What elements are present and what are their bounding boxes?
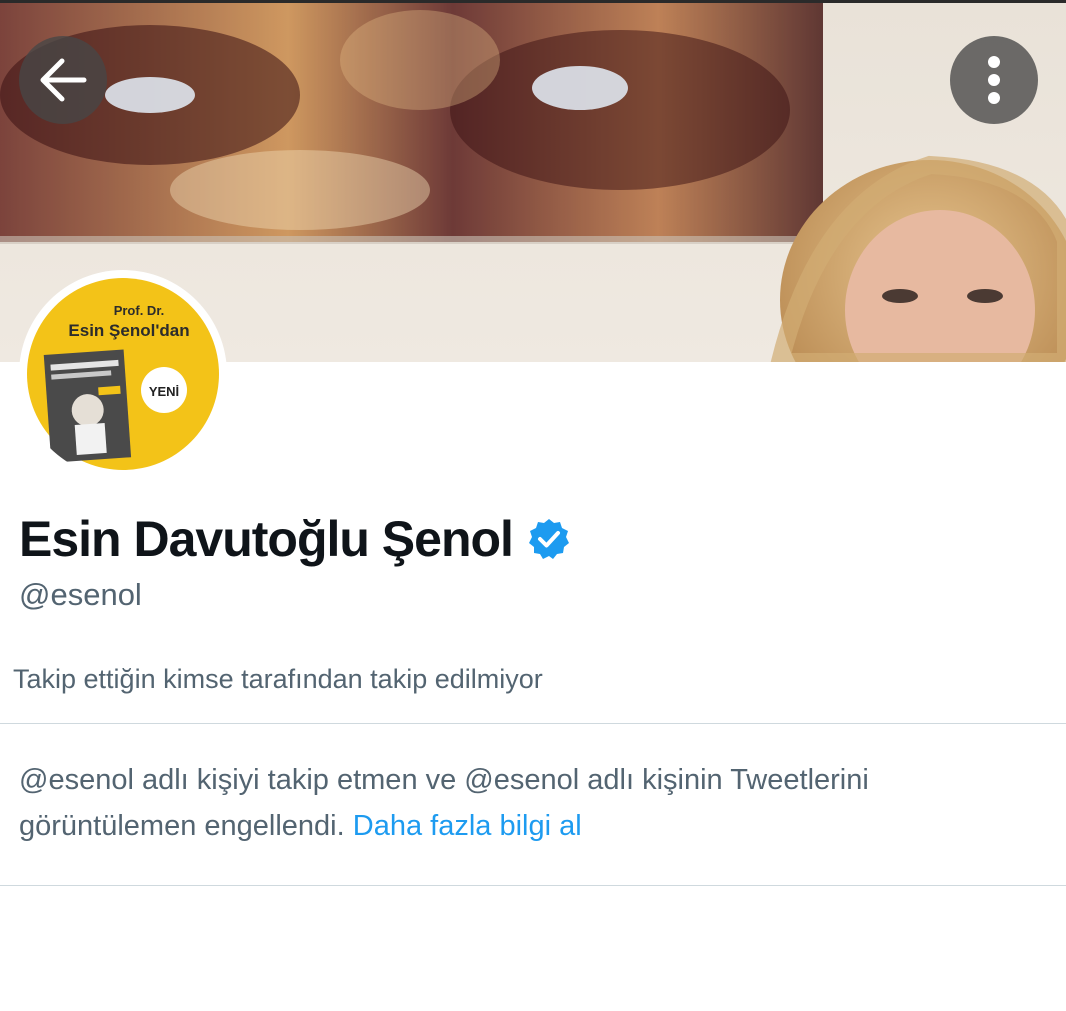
learn-more-link[interactable]: Daha fazla bilgi al [353,810,582,842]
profile-handle: @esenol [19,577,142,612]
follow-context-text: Takip ettiğin kimse tarafından takip edi… [13,664,543,694]
vertical-dots-icon [988,56,1000,104]
avatar-title-line1: Prof. Dr. [114,303,165,318]
blocked-notice: @esenol adlı kişiyi takip etmen ve @esen… [19,757,1029,849]
more-options-button[interactable] [950,36,1038,124]
top-edge [0,0,1066,3]
display-name: Esin Davutoğlu Şenol [19,511,514,567]
profile-name-row: Esin Davutoğlu Şenol [19,508,571,570]
back-button[interactable] [19,36,107,124]
arrow-left-icon [40,58,87,102]
avatar-badge-text: YENİ [149,384,179,399]
divider-top [0,723,1066,724]
divider-bottom [0,885,1066,886]
avatar-image: YENİ Prof. Dr. Esin Şenol'dan [27,278,219,470]
verified-badge-icon [528,519,569,559]
profile-avatar[interactable]: YENİ Prof. Dr. Esin Şenol'dan [19,270,227,478]
avatar-title-line2: Esin Şenol'dan [68,321,189,340]
